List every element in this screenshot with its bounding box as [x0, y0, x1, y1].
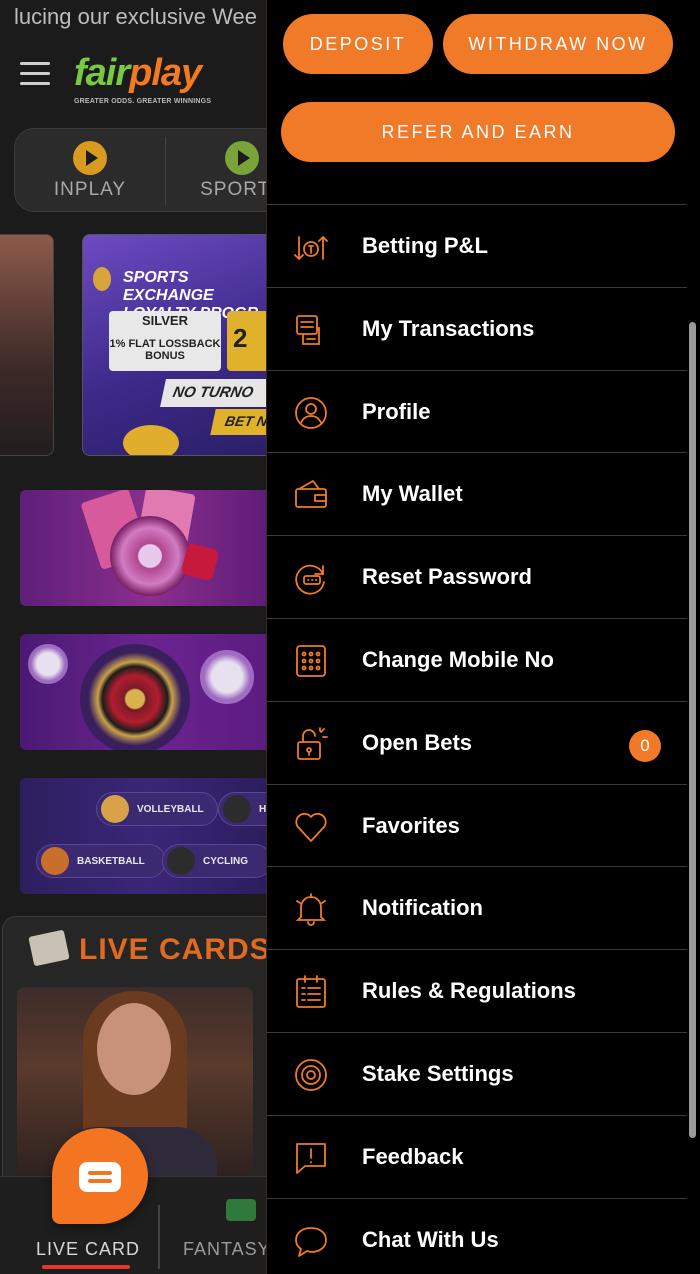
menu-item-open-bets[interactable]: Open Bets 0: [267, 700, 687, 784]
sport-pill-volleyball[interactable]: VOLLEYBALL: [96, 792, 218, 826]
tier-label: SILVER: [142, 313, 188, 328]
poker-chip-icon: [110, 516, 190, 596]
menu-item-reset-password[interactable]: Reset Password: [267, 535, 687, 618]
sport-pill-cycling[interactable]: CYCLING: [162, 844, 272, 878]
sport-pill-label: VOLLEYBALL: [137, 804, 204, 815]
menu-item-label: Feedback: [362, 1143, 464, 1169]
menu-item-label: Rules & Regulations: [362, 978, 576, 1004]
tier-badge: SILVER 1% FLAT LOSSBACK BONUS: [109, 311, 221, 371]
roulette-wheel-icon: [80, 644, 190, 750]
menu-item-label: Chat With Us: [362, 1226, 499, 1252]
profile-icon: [293, 395, 329, 431]
feedback-icon: [293, 1140, 329, 1176]
menu-item-my-transactions[interactable]: My Transactions: [267, 286, 687, 370]
chat-icon: [293, 1223, 329, 1259]
chip-icon: [200, 650, 254, 704]
volleyball-icon: [101, 795, 129, 823]
basketball-icon: [41, 847, 69, 875]
logo-part1: fair: [74, 52, 130, 94]
betting-pl-icon: [293, 229, 329, 265]
refer-and-earn-button[interactable]: REFER AND EARN: [281, 102, 675, 162]
menu-item-betting-pl[interactable]: Betting P&L: [267, 204, 687, 287]
open-bets-count-badge: 0: [629, 729, 661, 762]
active-tab-indicator: [42, 1265, 130, 1269]
bottom-nav: LIVE CARD FANTASY: [0, 1176, 300, 1274]
promo-banner-dealer[interactable]: [0, 234, 54, 456]
menu-item-label: Betting P&L: [362, 233, 488, 258]
rules-icon: [293, 974, 329, 1010]
settings-icon: [293, 1057, 329, 1093]
bonus-label: 1% FLAT LOSSBACK BONUS: [109, 338, 221, 362]
drawer-scrollbar[interactable]: [689, 322, 696, 1138]
menu-item-notification[interactable]: Notification: [267, 866, 687, 949]
withdraw-now-button[interactable]: WITHDRAW NOW: [443, 14, 673, 74]
play-icon: [73, 141, 107, 175]
menu-item-label: My Transactions: [362, 315, 535, 341]
no-turnover-label: NO TURNO: [160, 379, 281, 407]
tab-inplay-label: INPLAY: [53, 179, 127, 200]
wallet-icon: [293, 477, 329, 513]
heart-icon: [293, 809, 329, 845]
menu-item-change-mobile[interactable]: Change Mobile No: [267, 617, 687, 701]
side-drawer: DEPOSIT WITHDRAW NOW REFER AND EARN Bett…: [266, 0, 700, 1274]
coin-pile-icon: [123, 425, 179, 455]
menu-item-label: My Wallet: [362, 481, 463, 507]
menu-item-favorites[interactable]: Favorites: [267, 783, 687, 867]
reset-password-icon: [293, 560, 329, 596]
game-tile-cards[interactable]: [20, 490, 280, 606]
menu-item-label: Profile: [362, 398, 431, 424]
fairplay-logo[interactable]: fairplay: [74, 52, 202, 95]
fantasy-icon: [226, 1199, 256, 1221]
transactions-icon: [293, 312, 329, 348]
tab-inplay[interactable]: INPLAY: [15, 129, 165, 213]
sports-icon: [225, 141, 259, 175]
chip-icon: [28, 644, 68, 684]
open-bets-icon: [293, 726, 329, 762]
dice-icon: [180, 542, 220, 582]
game-tile-sports[interactable]: VOLLEYBALL H BASKETBALL CYCLING: [20, 778, 280, 894]
live-cards-title: LIVE CARDS: [79, 933, 271, 966]
chat-bubble-icon: [79, 1162, 121, 1192]
bottom-tab-fantasy[interactable]: FANTASY: [183, 1239, 271, 1260]
menu-item-label: Stake Settings: [362, 1060, 514, 1086]
menu-item-label: Notification: [362, 895, 483, 921]
hamburger-menu-icon[interactable]: [20, 62, 50, 86]
menu-item-label: Open Bets: [362, 729, 473, 755]
cycling-icon: [167, 847, 195, 875]
sport-pill-label: BASKETBALL: [77, 856, 145, 867]
logo-tagline: GREATER ODDS. GREATER WINNINGS: [74, 98, 212, 105]
deposit-button[interactable]: DEPOSIT: [283, 14, 433, 74]
menu-item-chat-with-us[interactable]: Chat With Us: [267, 1197, 687, 1274]
bottom-tab-live-card[interactable]: LIVE CARD: [36, 1239, 140, 1260]
bottom-nav-divider: [158, 1205, 160, 1269]
menu-item-my-wallet[interactable]: My Wallet: [267, 452, 687, 535]
dealer-face: [97, 1003, 171, 1095]
athlete-icon: [223, 795, 251, 823]
coin-icon: [93, 267, 111, 291]
menu-item-profile[interactable]: Profile: [267, 369, 687, 453]
menu-item-stake-settings[interactable]: Stake Settings: [267, 1031, 687, 1115]
bell-icon: [293, 891, 329, 927]
menu-item-feedback[interactable]: Feedback: [267, 1114, 687, 1198]
promo-banner-loyalty[interactable]: SPORTS EXCHANGE LOYALTY PROGR SILVER1% F…: [82, 234, 282, 456]
tier-value: 2: [233, 323, 248, 353]
chat-support-button[interactable]: [52, 1128, 148, 1224]
game-tile-roulette[interactable]: [20, 634, 280, 750]
menu-item-label: Reset Password: [362, 564, 532, 590]
menu-item-label: Change Mobile No: [362, 646, 554, 672]
menu-item-rules[interactable]: Rules & Regulations: [267, 949, 687, 1032]
mobile-icon: [293, 643, 329, 679]
drawer-menu: Betting P&L My Transactions Profile My W…: [267, 204, 687, 1274]
sport-pill-basketball[interactable]: BASKETBALL: [36, 844, 166, 878]
nav-divider: [165, 137, 166, 205]
live-cards-section: LIVE CARDS: [2, 916, 302, 1196]
menu-item-label: Favorites: [362, 812, 460, 838]
logo-part2: play: [129, 52, 202, 94]
cards-icon: [28, 929, 70, 967]
sport-pill-label: CYCLING: [203, 856, 248, 867]
announcement-ticker: lucing our exclusive Wee: [14, 4, 257, 29]
